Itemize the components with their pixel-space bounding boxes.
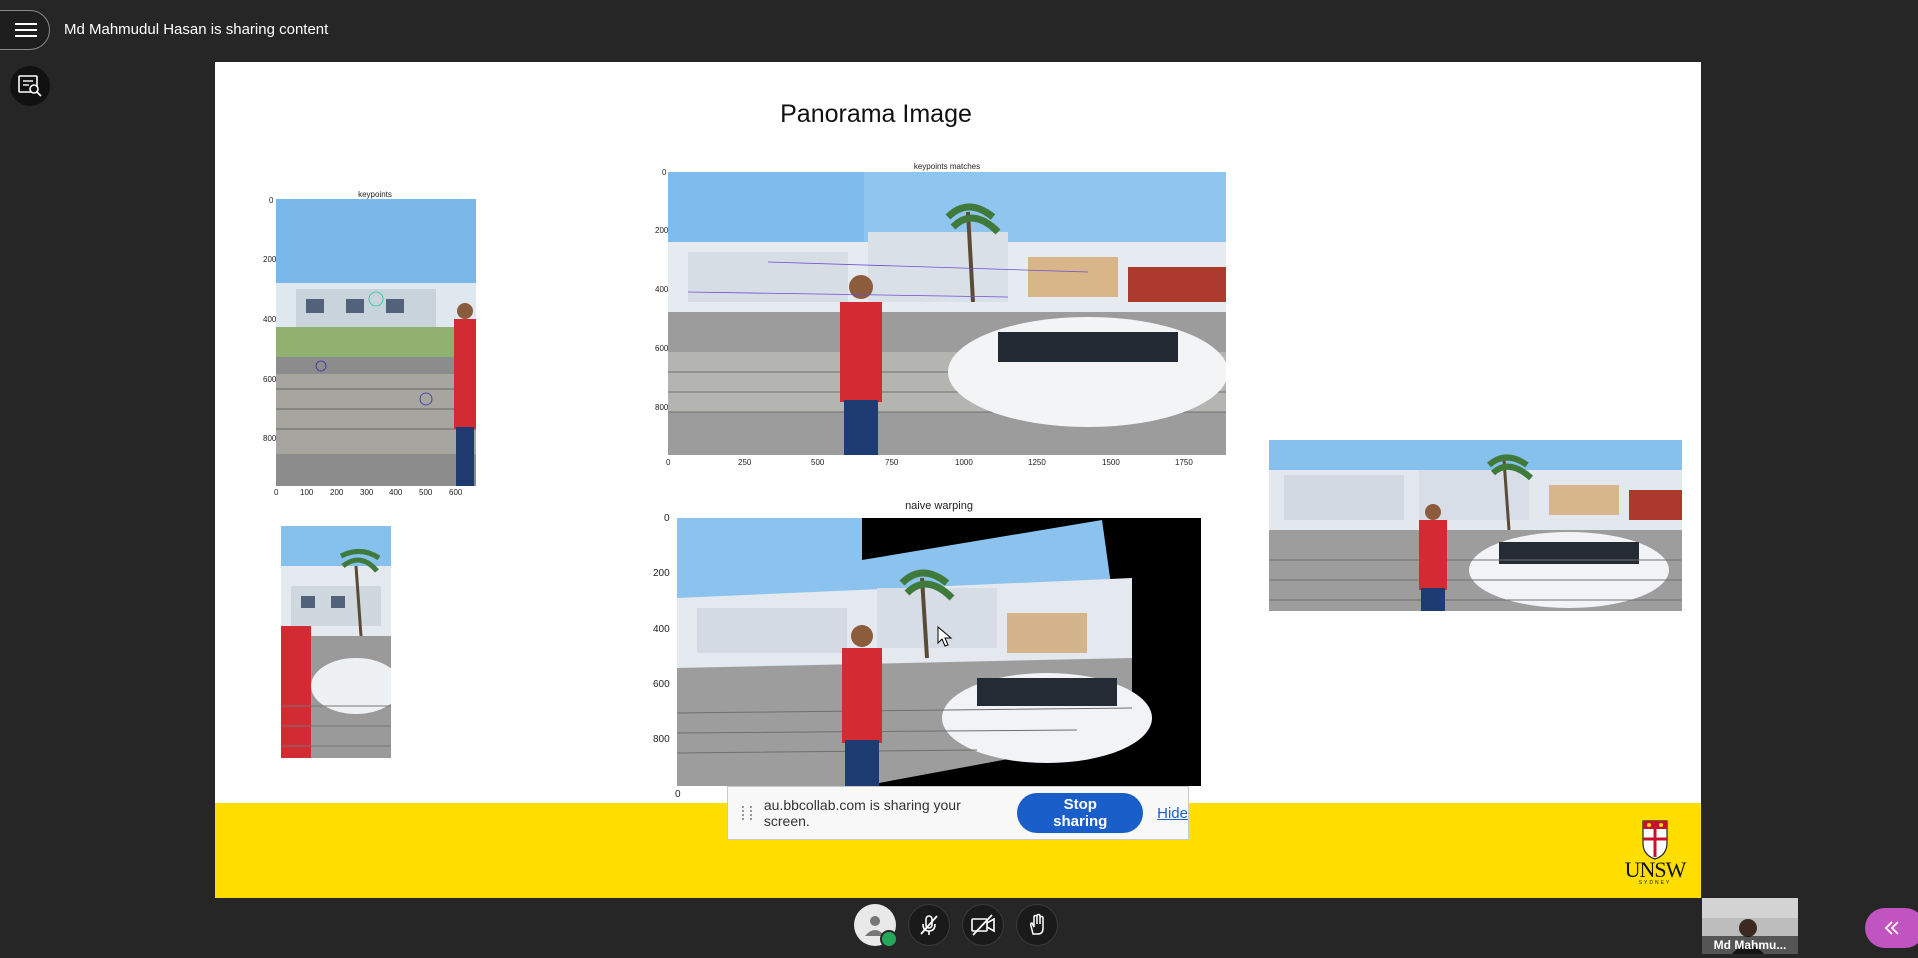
keypoints-y-tick: 800 xyxy=(263,434,277,443)
camera-off-icon xyxy=(971,914,995,936)
matches-y-tick: 200 xyxy=(655,226,669,235)
keypoints-x-tick: 400 xyxy=(389,488,403,497)
hide-link[interactable]: Hide xyxy=(1157,805,1188,822)
sharing-message: au.bbcollab.com is sharing your screen. xyxy=(763,797,961,829)
mouse-cursor-icon xyxy=(937,626,953,647)
keypoints-x-tick: 300 xyxy=(360,488,374,497)
matches-x-tick: 1500 xyxy=(1102,458,1120,467)
matches-x-tick: 750 xyxy=(885,458,899,467)
matches-y-tick: 400 xyxy=(655,285,669,294)
warping-y-tick: 200 xyxy=(653,568,670,579)
matches-x-tick: 250 xyxy=(738,458,752,467)
keypoints-x-tick: 500 xyxy=(419,488,433,497)
matches-y-tick: 800 xyxy=(655,403,669,412)
shared-slide: Panorama Image keypoints 0 200 400 600 8… xyxy=(215,62,1701,898)
my-status-button[interactable] xyxy=(854,904,898,948)
warping-x-tick: 0 xyxy=(675,789,681,800)
keypoints-y-tick: 200 xyxy=(263,255,277,264)
drag-handle-icon[interactable] xyxy=(742,806,752,820)
unsw-logo: UNSW SYDNEY xyxy=(1619,817,1691,887)
matches-x-tick: 1750 xyxy=(1175,458,1193,467)
matches-image xyxy=(668,172,1226,455)
keypoints-x-tick: 200 xyxy=(330,488,344,497)
session-controls xyxy=(854,904,1058,948)
participant-name: Md Mahmu... xyxy=(1702,936,1798,954)
stop-sharing-button[interactable]: Stop sharing xyxy=(1017,793,1144,833)
keypoints-image xyxy=(276,199,476,486)
matches-x-tick: 1000 xyxy=(955,458,973,467)
microphone-muted-icon xyxy=(920,915,938,935)
participant-video-tile[interactable]: Md Mahmu... xyxy=(1702,898,1798,954)
double-chevron-left-icon xyxy=(1884,921,1899,935)
microphone-toggle[interactable] xyxy=(908,904,950,946)
warping-y-tick: 0 xyxy=(664,513,670,524)
matches-y-tick: 600 xyxy=(655,344,669,353)
warping-figure-title: naive warping xyxy=(905,500,973,512)
keypoints-y-tick: 0 xyxy=(269,196,274,205)
keypoints-x-tick: 100 xyxy=(300,488,314,497)
status-check-icon xyxy=(880,930,898,948)
menu-button[interactable] xyxy=(0,10,50,50)
captions-button[interactable] xyxy=(10,66,50,106)
warping-image xyxy=(677,518,1201,786)
warping-y-tick: 800 xyxy=(653,734,670,745)
warping-y-tick: 400 xyxy=(653,624,670,635)
screen-sharing-bar: au.bbcollab.com is sharing your screen. … xyxy=(727,786,1189,840)
open-collaborate-panel-button[interactable] xyxy=(1865,908,1918,948)
matches-x-tick: 500 xyxy=(811,458,825,467)
slide-title: Panorama Image xyxy=(780,100,972,128)
captions-icon xyxy=(18,75,42,97)
unsw-logo-subtext: SYDNEY xyxy=(1638,880,1672,886)
matches-y-tick: 0 xyxy=(662,168,667,177)
raise-hand-icon xyxy=(1029,913,1044,935)
keypoints-x-tick: 600 xyxy=(449,488,463,497)
keypoints-x-tick: 0 xyxy=(274,488,279,497)
raise-hand-button[interactable] xyxy=(1016,904,1058,946)
warping-y-tick: 600 xyxy=(653,679,670,690)
keypoints-y-tick: 400 xyxy=(263,315,277,324)
panorama-result-image xyxy=(1269,440,1682,611)
hamburger-icon xyxy=(15,23,37,37)
cropped-image xyxy=(281,526,391,758)
sharing-status-title: Md Mahmudul Hasan is sharing content xyxy=(64,21,329,38)
matches-x-tick: 0 xyxy=(666,458,671,467)
matches-figure-title: keypoints matches xyxy=(913,162,981,171)
keypoints-y-tick: 600 xyxy=(263,375,277,384)
matches-x-tick: 1250 xyxy=(1028,458,1046,467)
camera-toggle[interactable] xyxy=(962,904,1004,946)
keypoints-figure-title: keypoints xyxy=(358,190,392,199)
